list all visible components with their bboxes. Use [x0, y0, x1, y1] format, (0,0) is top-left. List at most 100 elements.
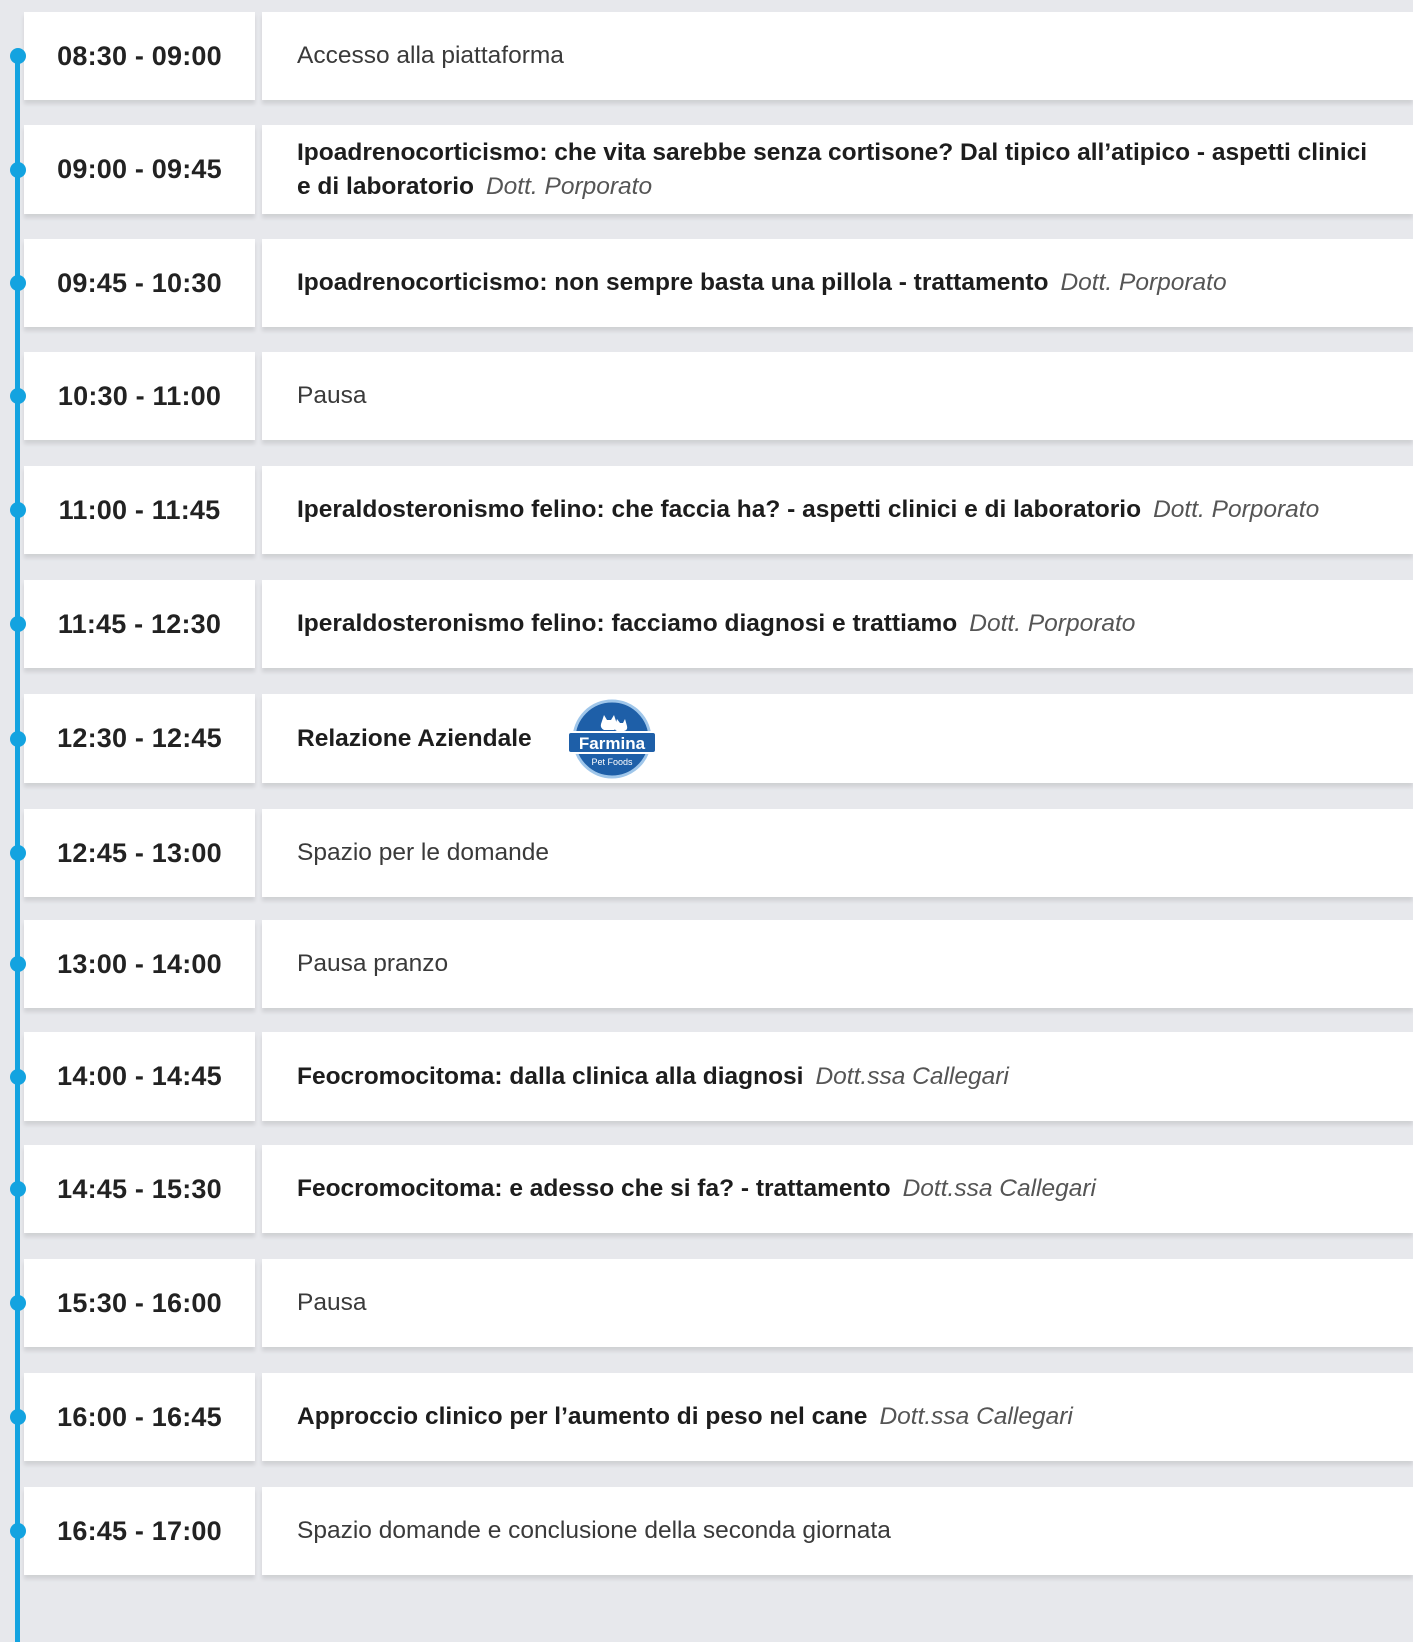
timeline-dot: [10, 1068, 26, 1085]
time-slot: 09:45 - 10:30: [24, 239, 255, 327]
timeline-dot: [10, 956, 26, 972]
timeline-dot: [10, 502, 26, 518]
session-text: Approccio clinico per l’aumento di peso …: [297, 1400, 1073, 1434]
session-box: Iperaldosteronismo felino: che faccia ha…: [262, 466, 1413, 554]
session-text: Iperaldosteronismo felino: che faccia ha…: [297, 493, 1319, 527]
session-speaker: Dott. Porporato: [1060, 269, 1227, 296]
timeline-dot: [10, 388, 26, 404]
time-slot: 08:30 - 09:00: [24, 12, 255, 100]
timeline-dot: [10, 275, 26, 291]
session-text: Ipoadrenocorticismo: non sempre basta un…: [297, 266, 1227, 300]
agenda-row: 11:45 - 12:30 Iperaldosteronismo felino:…: [10, 580, 1413, 668]
session-title: Ipoadrenocorticismo: che vita sarebbe se…: [297, 138, 1368, 200]
session-box: Feocromocitoma: dalla clinica alla diagn…: [262, 1032, 1413, 1121]
session-text: Feocromocitoma: e adesso che si fa? - tr…: [297, 1172, 1096, 1206]
timeline-dot: [10, 161, 26, 178]
session-speaker: Dott. Porporato: [1153, 496, 1320, 523]
time-label: 09:45 - 10:30: [57, 267, 222, 298]
session-text: Iperaldosteronismo felino: facciamo diag…: [297, 607, 1135, 641]
agenda-row: 08:30 - 09:00 Accesso alla piattaforma: [10, 12, 1413, 100]
time-slot: 13:00 - 14:00: [24, 920, 255, 1008]
session-speaker: Dott.ssa Callegari: [879, 1403, 1073, 1430]
time-label: 10:30 - 11:00: [57, 380, 222, 411]
timeline-dot: [10, 845, 26, 861]
session-box: Pausa: [262, 352, 1413, 440]
session-speaker: Dott. Porporato: [969, 610, 1136, 637]
time-slot: 14:45 - 15:30: [24, 1145, 255, 1233]
time-slot: 09:00 - 09:45: [24, 125, 255, 214]
time-slot: 10:30 - 11:00: [24, 352, 255, 440]
session-text: Spazio domande e conclusione della secon…: [297, 1517, 891, 1544]
time-label: 12:45 - 13:00: [57, 837, 222, 868]
agenda-row: 14:00 - 14:45 Feocromocitoma: dalla clin…: [10, 1032, 1413, 1121]
session-title: Feocromocitoma: e adesso che si fa? - tr…: [297, 1175, 891, 1202]
time-label: 16:00 - 16:45: [57, 1401, 222, 1432]
session-box: Spazio per le domande: [262, 809, 1413, 897]
session-box: Pausa: [262, 1259, 1413, 1347]
session-box: Ipoadrenocorticismo: non sempre basta un…: [262, 239, 1413, 327]
agenda-row: 12:30 - 12:45 Relazione Aziendale Farmin…: [10, 694, 1413, 783]
time-label: 11:45 - 12:30: [57, 608, 222, 639]
timeline-dot: [10, 1181, 26, 1197]
session-title: Feocromocitoma: dalla clinica alla diagn…: [297, 1062, 804, 1090]
time-slot: 12:30 - 12:45: [24, 694, 255, 783]
session-title: Relazione Aziendale: [297, 724, 532, 752]
time-label: 11:00 - 11:45: [58, 494, 221, 525]
time-slot: 12:45 - 13:00: [24, 809, 255, 897]
session-speaker: Dott. Porporato: [485, 172, 653, 200]
time-slot: 16:45 - 17:00: [24, 1487, 255, 1575]
agenda-row: 13:00 - 14:00 Pausa pranzo: [10, 920, 1413, 1008]
logo-brand-text: Farmina: [579, 734, 646, 753]
session-text: Spazio per le domande: [297, 839, 549, 866]
session-text: Relazione Aziendale: [297, 722, 532, 756]
timeline-dot: [10, 48, 26, 64]
timeline-dot: [10, 616, 26, 632]
session-speaker: Dott.ssa Callegari: [902, 1175, 1096, 1202]
agenda-row: 09:00 - 09:45 Ipoadrenocorticismo: che v…: [10, 125, 1413, 214]
farmina-logo: Farmina Pet Foods: [564, 698, 660, 780]
time-slot: 11:00 - 11:45: [24, 466, 255, 554]
session-title: Iperaldosteronismo felino: facciamo diag…: [297, 610, 958, 637]
session-box: Feocromocitoma: e adesso che si fa? - tr…: [262, 1145, 1413, 1233]
time-slot: 15:30 - 16:00: [24, 1259, 255, 1347]
agenda-row: 12:45 - 13:00 Spazio per le domande: [10, 809, 1413, 897]
agenda-row: 16:45 - 17:00 Spazio domande e conclusio…: [10, 1487, 1413, 1575]
session-title: Ipoadrenocorticismo: non sempre basta un…: [297, 269, 1049, 296]
time-label: 14:00 - 14:45: [57, 1061, 222, 1091]
time-label: 14:45 - 15:30: [57, 1173, 222, 1204]
session-box: Pausa pranzo: [262, 920, 1413, 1008]
agenda-row: 09:45 - 10:30 Ipoadrenocorticismo: non s…: [10, 239, 1413, 327]
session-text: Feocromocitoma: dalla clinica alla diagn…: [297, 1060, 1009, 1094]
session-box: Approccio clinico per l’aumento di peso …: [262, 1373, 1413, 1461]
timeline-dot: [10, 1295, 26, 1311]
session-box: Accesso alla piattaforma: [262, 12, 1413, 100]
session-box: Ipoadrenocorticismo: che vita sarebbe se…: [262, 125, 1413, 214]
time-label: 15:30 - 16:00: [57, 1287, 222, 1318]
timeline-dot: [10, 1523, 26, 1539]
agenda-row: 11:00 - 11:45 Iperaldosteronismo felino:…: [10, 466, 1413, 554]
session-text: Pausa: [297, 1289, 367, 1316]
agenda-row: 14:45 - 15:30 Feocromocitoma: e adesso c…: [10, 1145, 1413, 1233]
time-label: 16:45 - 17:00: [57, 1515, 222, 1546]
session-speaker: Dott.ssa Callegari: [815, 1062, 1009, 1090]
time-slot: 11:45 - 12:30: [24, 580, 255, 668]
logo-sub-text: Pet Foods: [591, 757, 633, 767]
session-box: Iperaldosteronismo felino: facciamo diag…: [262, 580, 1413, 668]
session-title: Approccio clinico per l’aumento di peso …: [297, 1403, 868, 1430]
session-text: Pausa: [297, 382, 367, 409]
session-text: Accesso alla piattaforma: [297, 42, 564, 69]
session-text: Pausa pranzo: [297, 950, 449, 977]
session-title: Iperaldosteronismo felino: che faccia ha…: [297, 496, 1142, 523]
session-text: Ipoadrenocorticismo: che vita sarebbe se…: [297, 136, 1377, 204]
time-label: 13:00 - 14:00: [57, 948, 222, 979]
timeline-dot: [10, 730, 26, 747]
time-label: 09:00 - 09:45: [57, 154, 222, 184]
timeline-dot: [10, 1409, 26, 1425]
time-slot: 16:00 - 16:45: [24, 1373, 255, 1461]
session-box: Spazio domande e conclusione della secon…: [262, 1487, 1413, 1575]
time-label: 08:30 - 09:00: [57, 40, 222, 71]
agenda-row: 16:00 - 16:45 Approccio clinico per l’au…: [10, 1373, 1413, 1461]
agenda-row: 10:30 - 11:00 Pausa: [10, 352, 1413, 440]
time-slot: 14:00 - 14:45: [24, 1032, 255, 1121]
time-label: 12:30 - 12:45: [57, 723, 222, 753]
